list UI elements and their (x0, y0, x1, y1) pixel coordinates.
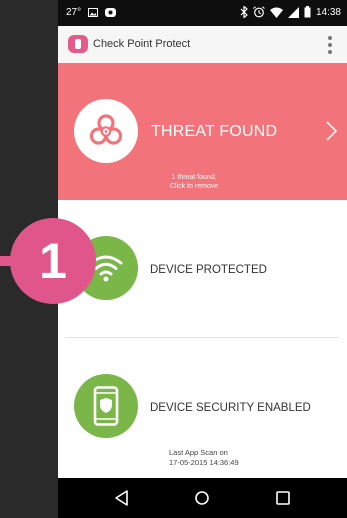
battery-icon (304, 6, 311, 18)
image-notification-icon (88, 8, 99, 17)
divider (66, 337, 339, 338)
biohazard-icon (89, 114, 123, 145)
device-security-label: DEVICE SECURITY ENABLED (150, 402, 311, 414)
device-security-icon-circle (74, 374, 138, 438)
step-number-badge: 1 (10, 218, 96, 304)
threat-count-text: 1 threat found. (171, 174, 217, 181)
wifi-signal-icon (269, 7, 283, 18)
last-scan-info: Last App Scan on 17-05-2015 14:36:49 (169, 448, 239, 468)
app-title: Check Point Protect (93, 38, 191, 50)
status-bar: 27° 14:38 (58, 0, 347, 26)
recent-apps-icon[interactable] (273, 489, 293, 507)
check-point-logo-icon (68, 35, 88, 53)
bluetooth-icon (240, 6, 248, 18)
phone-screen: 27° 14:38 Check Point Protect THREAT FOU… (58, 0, 347, 518)
app-notification-icon (105, 8, 117, 17)
threat-title: THREAT FOUND (151, 123, 278, 140)
chevron-right-icon (326, 121, 338, 141)
last-scan-timestamp: 17-05-2015 14:36:49 (169, 458, 239, 467)
last-scan-label: Last App Scan on (169, 448, 228, 457)
device-protected-label: DEVICE PROTECTED (150, 264, 267, 276)
navigation-bar (58, 478, 347, 518)
threat-subtitle: 1 threat found. Click to remove (170, 173, 218, 191)
cell-signal-icon (287, 6, 299, 18)
threat-found-card[interactable]: THREAT FOUND 1 threat found. Click to re… (58, 63, 347, 200)
app-bar: Check Point Protect (58, 26, 347, 64)
temperature-text: 27° (66, 7, 82, 18)
back-icon[interactable] (112, 489, 132, 507)
overflow-menu-icon[interactable] (327, 36, 333, 54)
clock-text: 14:38 (315, 6, 341, 18)
click-to-remove-text: Click to remove (170, 183, 219, 190)
phone-shield-icon (93, 386, 119, 426)
home-icon[interactable] (192, 489, 212, 507)
alarm-icon (253, 6, 265, 18)
threat-icon-circle (74, 99, 138, 163)
